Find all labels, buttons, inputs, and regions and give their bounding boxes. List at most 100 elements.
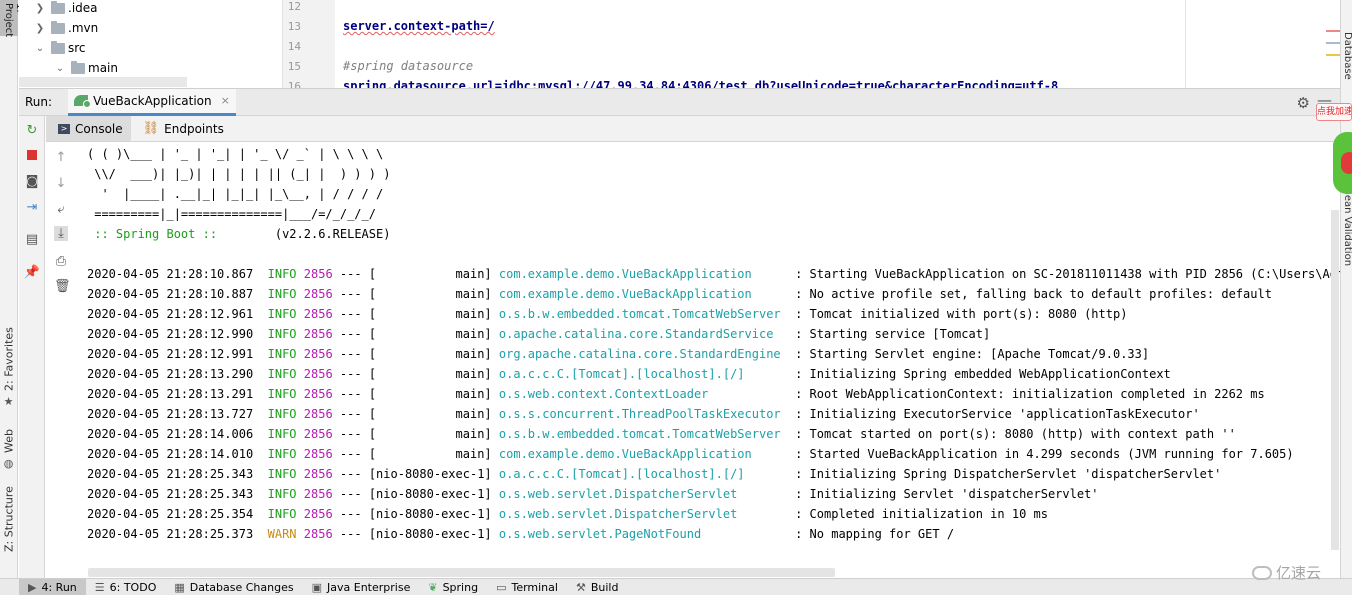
trash-icon[interactable]: 🗑 — [54, 279, 71, 294]
web-tool-tab[interactable]: ◍ Web — [1, 428, 17, 470]
log-line: 2020-04-05 21:28:12.990 INFO 2856 --- [ … — [87, 324, 990, 344]
console-output[interactable]: ( ( )\___ | '_ | '_| | '_ \/ _` | \ \ \ … — [76, 142, 1340, 560]
log-pid: 2856 — [303, 407, 333, 421]
log-thread: [ main] — [368, 407, 492, 421]
print-icon[interactable]: ⎙ — [54, 254, 68, 269]
spring-boot-version: (v2.2.6.RELEASE) — [224, 227, 391, 241]
warning-stripe-mark — [1326, 54, 1340, 56]
tool-tab-java-enterprise[interactable]: ▣ Java Enterprise — [303, 579, 420, 595]
tool-tab-terminal[interactable]: ▭ Terminal — [487, 579, 567, 595]
log-logger: com.example.demo.VueBackApplication — [498, 267, 788, 281]
run-icon: ▶ — [28, 580, 37, 594]
pin-icon[interactable]: 📌 — [24, 264, 40, 280]
log-logger: o.s.web.servlet.DispatcherServlet — [498, 487, 788, 501]
chevron-down-icon[interactable]: ⌄ — [53, 63, 67, 74]
spring-boot-version-line: :: Spring Boot :: (v2.2.6.RELEASE) — [87, 224, 390, 244]
log-timestamp: 2020-04-05 21:28:12.961 — [87, 307, 254, 321]
arrow-up-icon[interactable]: ↑ — [54, 150, 68, 165]
tab-endpoints[interactable]: ⛓ Endpoints — [131, 116, 232, 141]
log-level: INFO — [267, 507, 297, 521]
favorites-tool-tab[interactable]: ★ 2: Favorites — [1, 327, 17, 408]
line-number: 12 — [287, 0, 301, 13]
stop-icon[interactable] — [24, 147, 40, 163]
close-icon[interactable]: × — [221, 94, 230, 107]
tree-item-label: main — [88, 61, 118, 75]
tool-tab-build[interactable]: ⚒ Build — [567, 579, 628, 595]
log-pid: 2856 — [303, 327, 333, 341]
log-timestamp: 2020-04-05 21:28:14.006 — [87, 427, 254, 441]
speed-up-popup[interactable]: 点我加速 — [1316, 103, 1352, 121]
tree-horizontal-scrollbar[interactable] — [19, 77, 187, 87]
log-line: 2020-04-05 21:28:12.961 INFO 2856 --- [ … — [87, 304, 1127, 324]
log-line: 2020-04-05 21:28:25.343 INFO 2856 --- [n… — [87, 484, 1099, 504]
run-tab-label: VueBackApplication — [93, 93, 212, 108]
log-logger: o.s.web.servlet.PageNotFound — [498, 527, 788, 541]
build-icon: ⚒ — [575, 580, 586, 594]
chevron-right-icon[interactable]: ❯ — [33, 23, 47, 34]
code-line[interactable]: server.context-path=/ — [343, 19, 495, 33]
tool-tab-database-changes[interactable]: ▦ Database Changes — [165, 579, 302, 595]
scroll-to-end-icon[interactable]: ⤓ — [54, 226, 68, 241]
project-tool-tab[interactable]: 1: Project — [0, 0, 25, 37]
code-line[interactable]: spring.datasource.url=jdbc:mysql://47.99… — [343, 79, 1058, 88]
run-tool-window-header: Run: VueBackApplication × ⚙ — — [19, 88, 1340, 116]
run-tab-vueback[interactable]: VueBackApplication × — [68, 88, 236, 116]
tool-tab-todo[interactable]: ☰ 6: TODO — [86, 579, 166, 595]
log-separator: --- — [339, 387, 362, 401]
log-level: INFO — [267, 467, 297, 481]
star-icon: ★ — [2, 395, 16, 408]
log-separator: --- — [339, 507, 362, 521]
log-pid: 2856 — [303, 427, 333, 441]
endpoints-icon: ⛓ — [142, 121, 160, 136]
tool-tab-label: Java Enterprise — [327, 580, 411, 594]
tab-console[interactable]: > Console — [46, 116, 131, 141]
watermark: 亿速云 — [1252, 562, 1321, 583]
rerun-icon[interactable]: ↻ — [24, 122, 40, 138]
console-horizontal-scrollbar[interactable] — [88, 568, 835, 577]
camera-icon[interactable]: ◙ — [24, 173, 40, 189]
log-thread: [ main] — [368, 327, 492, 341]
exit-icon[interactable]: ⇥ — [24, 199, 40, 215]
log-timestamp: 2020-04-05 21:28:14.010 — [87, 447, 254, 461]
tree-item-src[interactable]: ⌄ src — [33, 38, 86, 58]
tree-item-idea[interactable]: ❯ .idea — [33, 0, 98, 18]
log-thread: [ main] — [368, 307, 492, 321]
tool-tab-spring[interactable]: ❦ Spring — [419, 579, 487, 595]
tool-tab-label: 4: Run — [41, 580, 77, 594]
log-message: : Initializing Servlet 'dispatcherServle… — [787, 487, 1099, 501]
log-separator: --- — [339, 427, 362, 441]
soft-wrap-icon[interactable]: ⤶ — [54, 202, 68, 217]
console-vertical-scrollbar[interactable] — [1331, 210, 1339, 550]
log-level: INFO — [267, 287, 297, 301]
log-thread: [nio-8080-exec-1] — [368, 487, 492, 501]
log-message: : Completed initialization in 10 ms — [787, 507, 1048, 521]
tree-item-main[interactable]: ⌄ main — [53, 58, 118, 78]
log-thread: [ main] — [368, 447, 492, 461]
gear-icon[interactable]: ⚙ — [1297, 94, 1310, 112]
bean-validation-tool-tab[interactable]: Bean Validation — [1342, 188, 1352, 266]
log-message: : Root WebApplicationContext: initializa… — [787, 387, 1265, 401]
code-line-comment[interactable]: #spring datasource — [343, 59, 473, 73]
log-logger: o.a.c.c.C.[Tomcat].[localhost].[/] — [498, 367, 788, 381]
log-pid: 2856 — [303, 267, 333, 281]
layout-icon[interactable]: ▤ — [24, 231, 40, 247]
log-separator: --- — [339, 327, 362, 341]
log-message: : Initializing Spring embedded WebApplic… — [787, 367, 1171, 381]
chevron-down-icon[interactable]: ⌄ — [33, 43, 47, 54]
tree-item-mvn[interactable]: ❯ .mvn — [33, 18, 98, 38]
chevron-right-icon[interactable]: ❯ — [33, 3, 47, 14]
log-message: : Tomcat initialized with port(s): 8080 … — [787, 307, 1128, 321]
log-thread: [ main] — [368, 427, 492, 441]
log-timestamp: 2020-04-05 21:28:13.727 — [87, 407, 254, 421]
log-pid: 2856 — [303, 467, 333, 481]
mascot-icon[interactable] — [1333, 132, 1352, 194]
project-tree: ❯ .idea ❯ .mvn ⌄ src ⌄ main — [19, 0, 283, 88]
arrow-down-icon[interactable]: ↓ — [54, 176, 68, 191]
code-editor[interactable]: server.context-path=/ #spring datasource… — [335, 0, 1185, 88]
log-line: 2020-04-05 21:28:25.354 INFO 2856 --- [n… — [87, 504, 1048, 524]
database-tool-tab[interactable]: Database — [1342, 32, 1352, 80]
log-thread: [ main] — [368, 387, 492, 401]
log-thread: [ main] — [368, 367, 492, 381]
structure-tool-tab[interactable]: Z: Structure — [1, 486, 17, 552]
tool-tab-run[interactable]: ▶ 4: Run — [19, 578, 86, 595]
